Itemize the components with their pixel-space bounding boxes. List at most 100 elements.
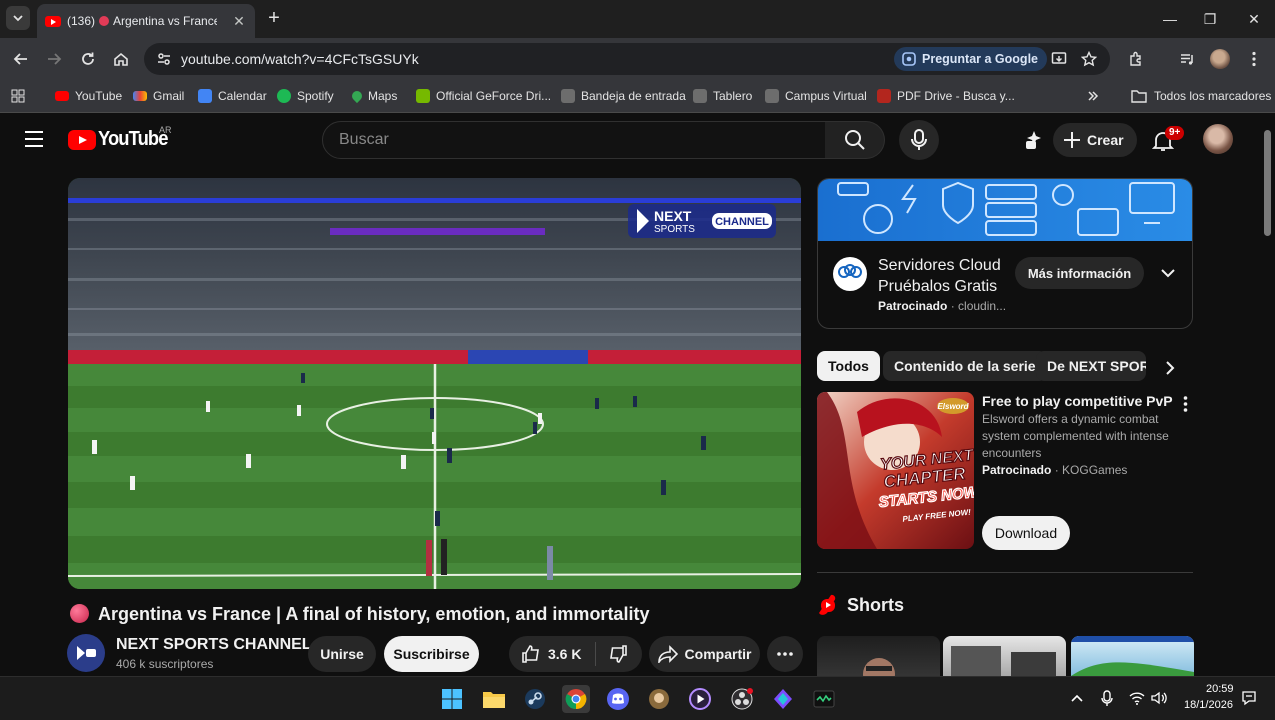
close-window-button[interactable]: ✕	[1243, 8, 1265, 30]
microphone-icon[interactable]	[1101, 690, 1113, 707]
reload-button[interactable]	[76, 47, 100, 71]
short-thumbnail[interactable]	[1071, 636, 1194, 676]
monitor-app-icon	[813, 690, 835, 708]
media-player-button[interactable]	[686, 685, 714, 713]
bookmark-gmail[interactable]: Gmail	[133, 87, 184, 105]
new-tab-button[interactable]: +	[263, 8, 285, 30]
like-button[interactable]: 3.6 K	[521, 644, 581, 664]
subscribe-button[interactable]: Suscribirse	[384, 636, 479, 672]
file-explorer-button[interactable]	[480, 685, 508, 713]
video-player[interactable]: NEXT SPORTS CHANNEL	[68, 178, 801, 589]
country-code: AR	[159, 125, 172, 135]
share-button[interactable]: Compartir	[649, 636, 760, 672]
bookmark-tablero[interactable]: Tablero	[693, 87, 752, 105]
back-button[interactable]	[9, 47, 33, 71]
channel-avatar[interactable]	[67, 634, 105, 672]
bookmark-campus[interactable]: Campus Virtual	[765, 87, 867, 105]
search-box[interactable]	[322, 121, 826, 159]
bookmark-inbox[interactable]: Bandeja de entrada	[561, 87, 686, 105]
notification-center-icon[interactable]	[1241, 690, 1257, 706]
volume-icon[interactable]	[1151, 691, 1167, 705]
crypto-app-button[interactable]	[769, 685, 797, 713]
channel-name[interactable]: NEXT SPORTS CHANNEL	[116, 636, 312, 654]
elsword-promo-art: Elsword YOUR NEXT CHAPTER STARTS NOW! PL…	[817, 392, 974, 549]
all-bookmarks-button[interactable]: Todos los marcadores	[1131, 87, 1271, 105]
obs-button[interactable]	[728, 685, 756, 713]
wifi-icon[interactable]	[1129, 691, 1145, 705]
bookmark-pdf-drive[interactable]: PDF Drive - Busca y...	[877, 87, 1015, 105]
more-horizontal-icon	[777, 652, 793, 656]
game-app-button[interactable]	[645, 685, 673, 713]
bookmark-youtube[interactable]: YouTube	[55, 87, 122, 105]
terminal-app-button[interactable]	[810, 685, 838, 713]
sidebar-divider	[817, 572, 1193, 573]
chrome-menu-button[interactable]	[1242, 47, 1266, 71]
cloud-logo-icon	[838, 264, 862, 278]
promo-title[interactable]: Free to play competitive PvP	[982, 393, 1173, 409]
short-thumbnail[interactable]	[817, 636, 940, 676]
clock-date[interactable]: 18/1/2026	[1184, 699, 1233, 711]
browser-tab-active[interactable]: (136)Argentina vs France | A ✕	[37, 4, 255, 38]
search-input[interactable]	[339, 131, 809, 149]
discord-button[interactable]	[604, 685, 632, 713]
apps-button[interactable]	[11, 87, 25, 105]
chevron-down-icon[interactable]	[1160, 267, 1176, 279]
clock-time[interactable]: 20:59	[1206, 683, 1234, 695]
more-info-button[interactable]: Más información	[1015, 257, 1144, 289]
short-thumbnail[interactable]	[943, 636, 1066, 676]
ai-assistant-icon[interactable]	[1023, 129, 1045, 151]
create-button[interactable]: Crear	[1053, 123, 1137, 157]
bookmarks-overflow-button[interactable]	[1087, 87, 1099, 105]
hamburger-menu-icon[interactable]	[23, 130, 45, 148]
promo-thumbnail[interactable]: Elsword YOUR NEXT CHAPTER STARTS NOW! PL…	[817, 392, 974, 549]
tab-search-button[interactable]	[6, 6, 30, 30]
arrow-left-icon	[13, 53, 27, 65]
extensions-button[interactable]	[1124, 47, 1148, 71]
forward-button[interactable]	[42, 47, 66, 71]
chrome-icon	[565, 689, 587, 710]
bookmark-maps[interactable]: Maps	[349, 87, 397, 105]
search-button[interactable]	[825, 121, 885, 159]
chip-from-channel[interactable]: De NEXT SPORTS	[1036, 351, 1146, 381]
chevron-right-icon[interactable]	[1164, 360, 1176, 376]
more-actions-button[interactable]	[767, 636, 803, 672]
home-button[interactable]	[109, 47, 133, 71]
account-avatar[interactable]	[1203, 124, 1233, 154]
bookmark-star-icon[interactable]	[1081, 51, 1097, 67]
download-button[interactable]: Download	[982, 516, 1070, 550]
youtube-logo[interactable]: YouTube	[68, 128, 174, 151]
ad-title-line-1: Servidores Cloud	[878, 257, 1001, 274]
address-bar[interactable]: youtube.com/watch?v=4CFcTsGSUYk Pregunta…	[144, 43, 1110, 75]
overlay-brand-next: NEXT	[654, 208, 692, 224]
plus-icon	[1064, 132, 1080, 148]
overlay-brand-sports: SPORTS	[654, 224, 695, 235]
bookmark-geforce[interactable]: Official GeForce Dri...	[416, 87, 551, 105]
more-vertical-icon[interactable]	[1183, 396, 1188, 412]
start-button[interactable]	[438, 685, 466, 713]
chrome-button[interactable]	[562, 685, 590, 713]
bookmark-spotify[interactable]: Spotify	[277, 87, 334, 105]
profile-button[interactable]	[1208, 47, 1232, 71]
ask-google-button[interactable]: Preguntar a Google	[894, 47, 1047, 71]
bookmark-calendar[interactable]: Calendar	[198, 87, 267, 105]
chip-todos[interactable]: Todos	[817, 351, 880, 381]
join-button[interactable]: Unirse	[308, 636, 376, 672]
install-app-icon[interactable]	[1051, 51, 1067, 67]
sponsored-ad-card[interactable]: Servidores Cloud Pruébalos Gratis Patroc…	[817, 178, 1193, 329]
thumbs-down-icon[interactable]	[608, 644, 628, 664]
restore-button[interactable]: ❐	[1199, 8, 1221, 30]
share-arrow-icon	[657, 645, 678, 663]
media-controls-button[interactable]	[1175, 47, 1199, 71]
minimize-button[interactable]: —	[1159, 8, 1181, 30]
voice-search-button[interactable]	[899, 120, 939, 160]
microphone-icon	[911, 129, 927, 150]
folder-icon	[483, 692, 505, 708]
character-app-icon	[649, 689, 669, 709]
steam-button[interactable]	[521, 685, 549, 713]
chevron-up-icon[interactable]	[1070, 693, 1084, 703]
chip-series-content[interactable]: Contenido de la serie	[883, 351, 1047, 381]
windows-taskbar: 20:59 18/1/2026	[0, 676, 1275, 720]
page-scrollbar[interactable]	[1264, 130, 1271, 236]
close-tab-icon[interactable]: ✕	[231, 13, 247, 29]
ad-advertiser-logo	[833, 257, 867, 291]
